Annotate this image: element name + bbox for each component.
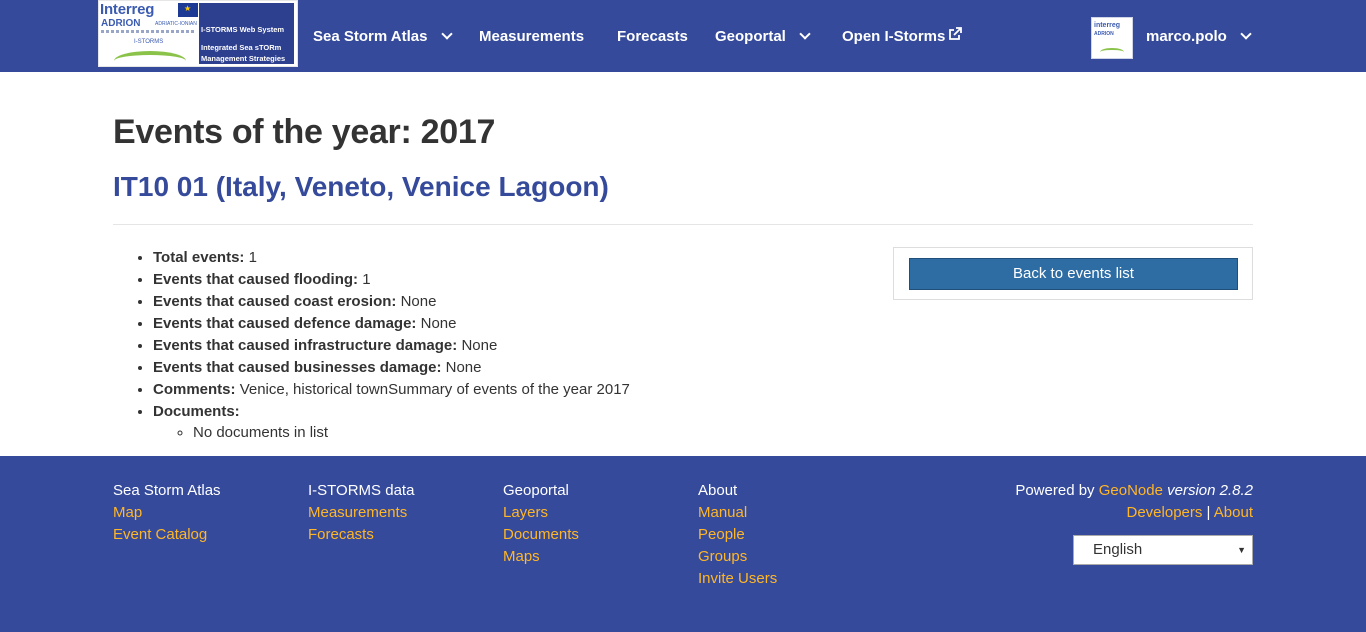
- separator: |: [1206, 504, 1211, 521]
- detail-value: None: [461, 337, 498, 354]
- list-item: Comments: Venice, historical townSummary…: [153, 380, 630, 402]
- footer-link-groups[interactable]: Groups: [698, 547, 777, 569]
- footer-link-forecasts[interactable]: Forecasts: [308, 525, 414, 547]
- documents-empty-item: No documents in list: [193, 422, 630, 444]
- list-item: Events that caused businesses damage: No…: [153, 358, 630, 380]
- list-item: Events that caused defence damage: None: [153, 314, 630, 336]
- footer-heading: About: [698, 482, 738, 499]
- detail-label: Documents:: [153, 403, 240, 420]
- nav-label: Sea Storm Atlas: [313, 27, 428, 45]
- powered-by-line: Powered by GeoNode version 2.8.2: [1015, 481, 1253, 503]
- footer-link-layers[interactable]: Layers: [503, 503, 579, 525]
- logo-fineprint: [101, 30, 196, 33]
- language-select[interactable]: English ▼: [1073, 535, 1253, 565]
- nav-open-istorms[interactable]: Open I-Storms: [842, 26, 963, 46]
- detail-label: Events that caused defence damage:: [153, 315, 417, 332]
- caret-down-icon: ▼: [1237, 545, 1246, 555]
- list-item: Documents: No documents in list: [153, 402, 630, 441]
- about-link[interactable]: About: [1214, 504, 1253, 521]
- footer-column-data: I-STORMS data Measurements Forecasts: [308, 481, 414, 547]
- chevron-down-icon: [799, 27, 811, 40]
- detail-label: Total events:: [153, 249, 245, 266]
- chevron-down-icon: [440, 27, 453, 40]
- actions-panel: Back to events list: [893, 247, 1253, 300]
- username: marco.polo: [1146, 27, 1227, 45]
- logo-interreg-text: Interreg: [100, 1, 155, 18]
- footer: Sea Storm Atlas Map Event Catalog I-STOR…: [0, 456, 1366, 632]
- nav-label: Geoportal: [715, 27, 786, 45]
- chevron-down-icon: [1240, 27, 1252, 40]
- powered-by: Powered by GeoNode version 2.8.2 Develop…: [1015, 481, 1253, 525]
- istorms-web-system-logo: I-STORMS Web System Integrated Sea sTORm…: [198, 2, 295, 65]
- divider: [113, 224, 1253, 225]
- language-value: English: [1093, 541, 1143, 558]
- detail-label: Events that caused businesses damage:: [153, 359, 442, 376]
- top-navbar: Interreg ★ ADRION ADRIATIC-IONIAN I-STOR…: [0, 0, 1366, 72]
- logo-integrated-line2: Management Strategies: [201, 54, 286, 63]
- footer-heading: Geoportal: [503, 482, 569, 499]
- nav-label: Measurements: [479, 27, 585, 45]
- event-summary-list: Total events: 1 Events that caused flood…: [153, 248, 630, 441]
- logo-integrated-line1: Integrated Sea sTORm: [201, 43, 282, 52]
- footer-link-event-catalog[interactable]: Event Catalog: [113, 525, 221, 547]
- footer-column-geoportal: Geoportal Layers Documents Maps: [503, 481, 579, 569]
- footer-link-maps[interactable]: Maps: [503, 547, 579, 569]
- footer-link-invite-users[interactable]: Invite Users: [698, 569, 777, 591]
- interreg-adrion-logo: Interreg ★ ADRION ADRIATIC-IONIAN I-STOR…: [100, 1, 198, 66]
- avatar-subtext: ADRION: [1094, 31, 1114, 37]
- avatar-wave-icon: [1100, 48, 1124, 52]
- detail-value: None: [445, 359, 482, 376]
- logo-web-system-text: I-STORMS Web System: [201, 25, 285, 34]
- powered-by-label: Powered by: [1015, 482, 1095, 499]
- footer-link-people[interactable]: People: [698, 525, 777, 547]
- nav-measurements[interactable]: Measurements: [479, 26, 584, 46]
- nav-label: Open I-Storms: [842, 27, 946, 45]
- developers-link[interactable]: Developers: [1127, 504, 1203, 521]
- avatar-text: interreg: [1094, 22, 1121, 29]
- footer-column-about: About Manual People Groups Invite Users: [698, 481, 777, 591]
- list-item: Events that caused infrastructure damage…: [153, 336, 630, 358]
- developer-links: Developers | About: [1015, 503, 1254, 525]
- logo-adriatic-ionian-text: ADRIATIC-IONIAN: [155, 21, 197, 27]
- external-link-icon: [949, 27, 963, 40]
- detail-label: Events that caused flooding:: [153, 271, 359, 288]
- logo-wave-icon: [114, 51, 186, 61]
- footer-heading: I-STORMS data: [308, 482, 415, 499]
- list-item: Total events: 1: [153, 248, 630, 270]
- logo-istorms-small-text: I-STORMS: [134, 39, 164, 45]
- list-item: Events that caused flooding: 1: [153, 270, 630, 292]
- nav-forecasts[interactable]: Forecasts: [617, 26, 688, 46]
- detail-value: Venice, historical townSummary of events…: [239, 381, 630, 398]
- istorms-logo[interactable]: Interreg ★ ADRION ADRIATIC-IONIAN I-STOR…: [98, 0, 298, 67]
- detail-value: None: [420, 315, 457, 332]
- footer-link-documents[interactable]: Documents: [503, 525, 579, 547]
- detail-value: None: [400, 293, 437, 310]
- footer-heading: Sea Storm Atlas: [113, 482, 221, 499]
- user-menu[interactable]: marco.polo: [1146, 26, 1252, 46]
- eu-flag-icon: ★: [178, 3, 198, 17]
- detail-label: Events that caused infrastructure damage…: [153, 337, 458, 354]
- detail-value: 1: [362, 271, 371, 288]
- detail-label: Events that caused coast erosion:: [153, 293, 397, 310]
- nav-sea-storm-atlas[interactable]: Sea Storm Atlas: [313, 26, 453, 46]
- geonode-link[interactable]: GeoNode: [1099, 482, 1163, 499]
- detail-value: 1: [248, 249, 257, 266]
- nav-geoportal[interactable]: Geoportal: [715, 26, 811, 46]
- footer-link-manual[interactable]: Manual: [698, 503, 777, 525]
- footer-link-measurements[interactable]: Measurements: [308, 503, 414, 525]
- list-item: Events that caused coast erosion: None: [153, 292, 630, 314]
- logo-adrion-text: ADRION: [101, 18, 141, 29]
- footer-link-map[interactable]: Map: [113, 503, 221, 525]
- avatar[interactable]: interreg ADRION: [1091, 17, 1133, 59]
- nav-label: Forecasts: [617, 27, 688, 45]
- detail-label: Comments:: [153, 381, 236, 398]
- footer-column-atlas: Sea Storm Atlas Map Event Catalog: [113, 481, 221, 547]
- documents-list: No documents in list: [193, 422, 630, 444]
- back-to-events-button[interactable]: Back to events list: [909, 258, 1238, 290]
- station-title[interactable]: IT10 01 (Italy, Veneto, Venice Lagoon): [113, 171, 609, 203]
- version-text: version 2.8.2: [1167, 482, 1253, 499]
- page-title: Events of the year: 2017: [113, 113, 496, 151]
